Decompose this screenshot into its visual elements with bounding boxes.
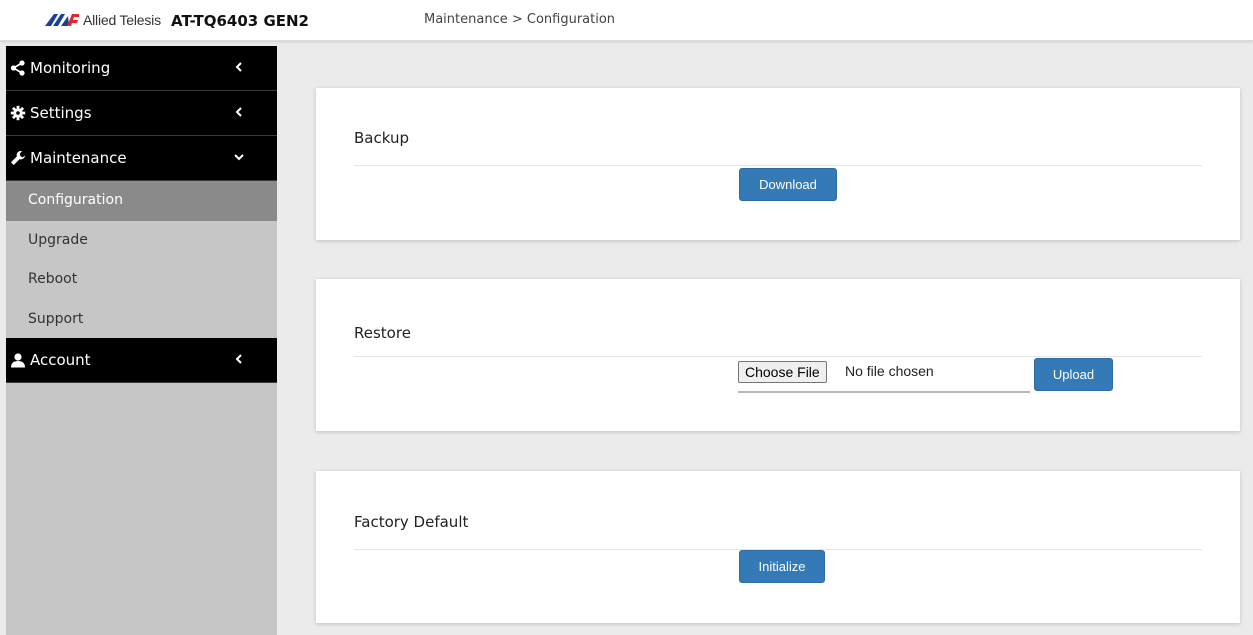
sidebar: Monitoring Settings Maintenance Configur… xyxy=(6,46,277,635)
divider xyxy=(354,165,1202,166)
sidebar-item-label: Maintenance xyxy=(30,149,127,167)
chevron-down-icon xyxy=(234,154,244,161)
file-input[interactable]: Choose File No file chosen xyxy=(738,359,1030,393)
file-status-text: No file chosen xyxy=(845,363,934,379)
brand-logo: Allied Telesis xyxy=(45,11,161,29)
sidebar-item-label: Settings xyxy=(30,104,92,122)
sidebar-subitem-label: Support xyxy=(28,311,84,327)
divider xyxy=(354,356,1202,357)
chevron-left-icon xyxy=(235,62,242,72)
restore-card: Restore Choose File No file chosen Uploa… xyxy=(316,279,1240,431)
chevron-left-icon xyxy=(235,107,242,117)
backup-card: Backup Download xyxy=(316,88,1240,240)
initialize-button[interactable]: Initialize xyxy=(739,550,825,583)
factory-default-title: Factory Default xyxy=(354,513,469,531)
share-icon xyxy=(10,60,25,76)
sidebar-subitem-label: Upgrade xyxy=(28,232,88,248)
sidebar-item-label: Monitoring xyxy=(30,59,111,77)
sidebar-subitem-configuration[interactable]: Configuration xyxy=(6,181,277,221)
sidebar-item-maintenance[interactable]: Maintenance xyxy=(6,136,277,181)
sidebar-item-label: Account xyxy=(30,351,91,369)
backup-title: Backup xyxy=(354,129,409,147)
sidebar-subitem-label: Configuration xyxy=(28,192,123,208)
choose-file-button[interactable]: Choose File xyxy=(738,361,827,383)
sidebar-item-account[interactable]: Account xyxy=(6,338,277,383)
brand-name: Allied Telesis xyxy=(83,12,161,28)
top-bar: Allied Telesis AT-TQ6403 GEN2 Maintenanc… xyxy=(0,0,1253,41)
download-button[interactable]: Download xyxy=(739,168,837,201)
gear-icon xyxy=(10,105,26,121)
upload-button[interactable]: Upload xyxy=(1034,358,1113,391)
wrench-icon xyxy=(11,150,25,165)
breadcrumb: Maintenance > Configuration xyxy=(424,12,616,27)
sidebar-subitem-support[interactable]: Support xyxy=(6,300,277,340)
restore-title: Restore xyxy=(354,324,411,342)
allied-telesis-logo-icon xyxy=(45,14,79,26)
product-name: AT-TQ6403 GEN2 xyxy=(171,12,309,30)
factory-default-card: Factory Default Initialize xyxy=(316,471,1240,623)
sidebar-subitem-upgrade[interactable]: Upgrade xyxy=(6,221,277,261)
user-icon xyxy=(11,353,25,368)
sidebar-subitem-label: Reboot xyxy=(28,271,78,287)
chevron-left-icon xyxy=(235,354,242,364)
sidebar-subitem-reboot[interactable]: Reboot xyxy=(6,260,277,300)
sidebar-item-monitoring[interactable]: Monitoring xyxy=(6,46,277,91)
sidebar-item-settings[interactable]: Settings xyxy=(6,91,277,136)
